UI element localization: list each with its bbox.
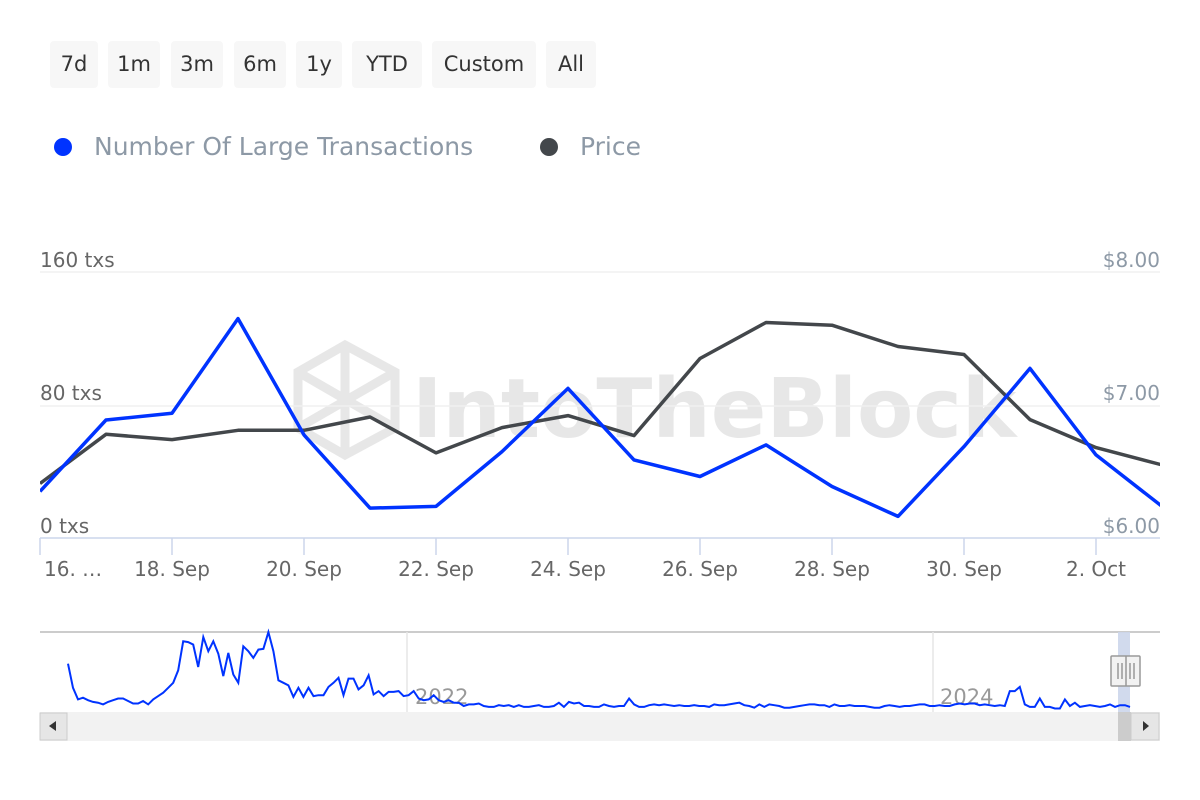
scrollbar-track[interactable] xyxy=(40,712,1160,741)
scrollbar-left-button[interactable] xyxy=(39,712,68,741)
navigator-year-label-2022: 2022 xyxy=(415,685,468,709)
y-left-tick-label: 80 txs xyxy=(40,381,102,405)
scrollbar-right-button[interactable] xyxy=(1130,712,1160,741)
x-tick-label: 22. Sep xyxy=(398,557,474,581)
scrollbar-thumb[interactable] xyxy=(1118,712,1131,741)
y-left-tick-label: 160 txs xyxy=(40,248,115,272)
x-tick-label: 24. Sep xyxy=(530,557,606,581)
x-tick-label: 18. Sep xyxy=(134,557,210,581)
navigator-handle[interactable] xyxy=(1110,655,1141,687)
x-tick-label: 30. Sep xyxy=(926,557,1002,581)
scrollbar[interactable] xyxy=(39,712,1160,741)
watermark-text: IntoTheBlock xyxy=(412,362,1019,457)
y-right-tick-label: $6.00 xyxy=(1103,514,1160,538)
y-right-tick-label: $7.00 xyxy=(1103,381,1160,405)
navigator[interactable]: 2022 2024 xyxy=(40,628,1160,712)
y-right-tick-label: $8.00 xyxy=(1103,248,1160,272)
watermark-logo-icon xyxy=(293,339,400,461)
x-tick-label: 2. Oct xyxy=(1066,557,1126,581)
x-tick-label: 20. Sep xyxy=(266,557,342,581)
watermark: IntoTheBlock xyxy=(293,339,1019,461)
y-left-tick-label: 0 txs xyxy=(40,514,89,538)
chart-svg: IntoTheBlock 0 txs 80 txs 160 txs $6.00 $7.… xyxy=(39,248,1160,741)
x-tick-label: 16. … xyxy=(44,557,102,581)
x-tick-label: 26. Sep xyxy=(662,557,738,581)
x-tick-label: 28. Sep xyxy=(794,557,870,581)
